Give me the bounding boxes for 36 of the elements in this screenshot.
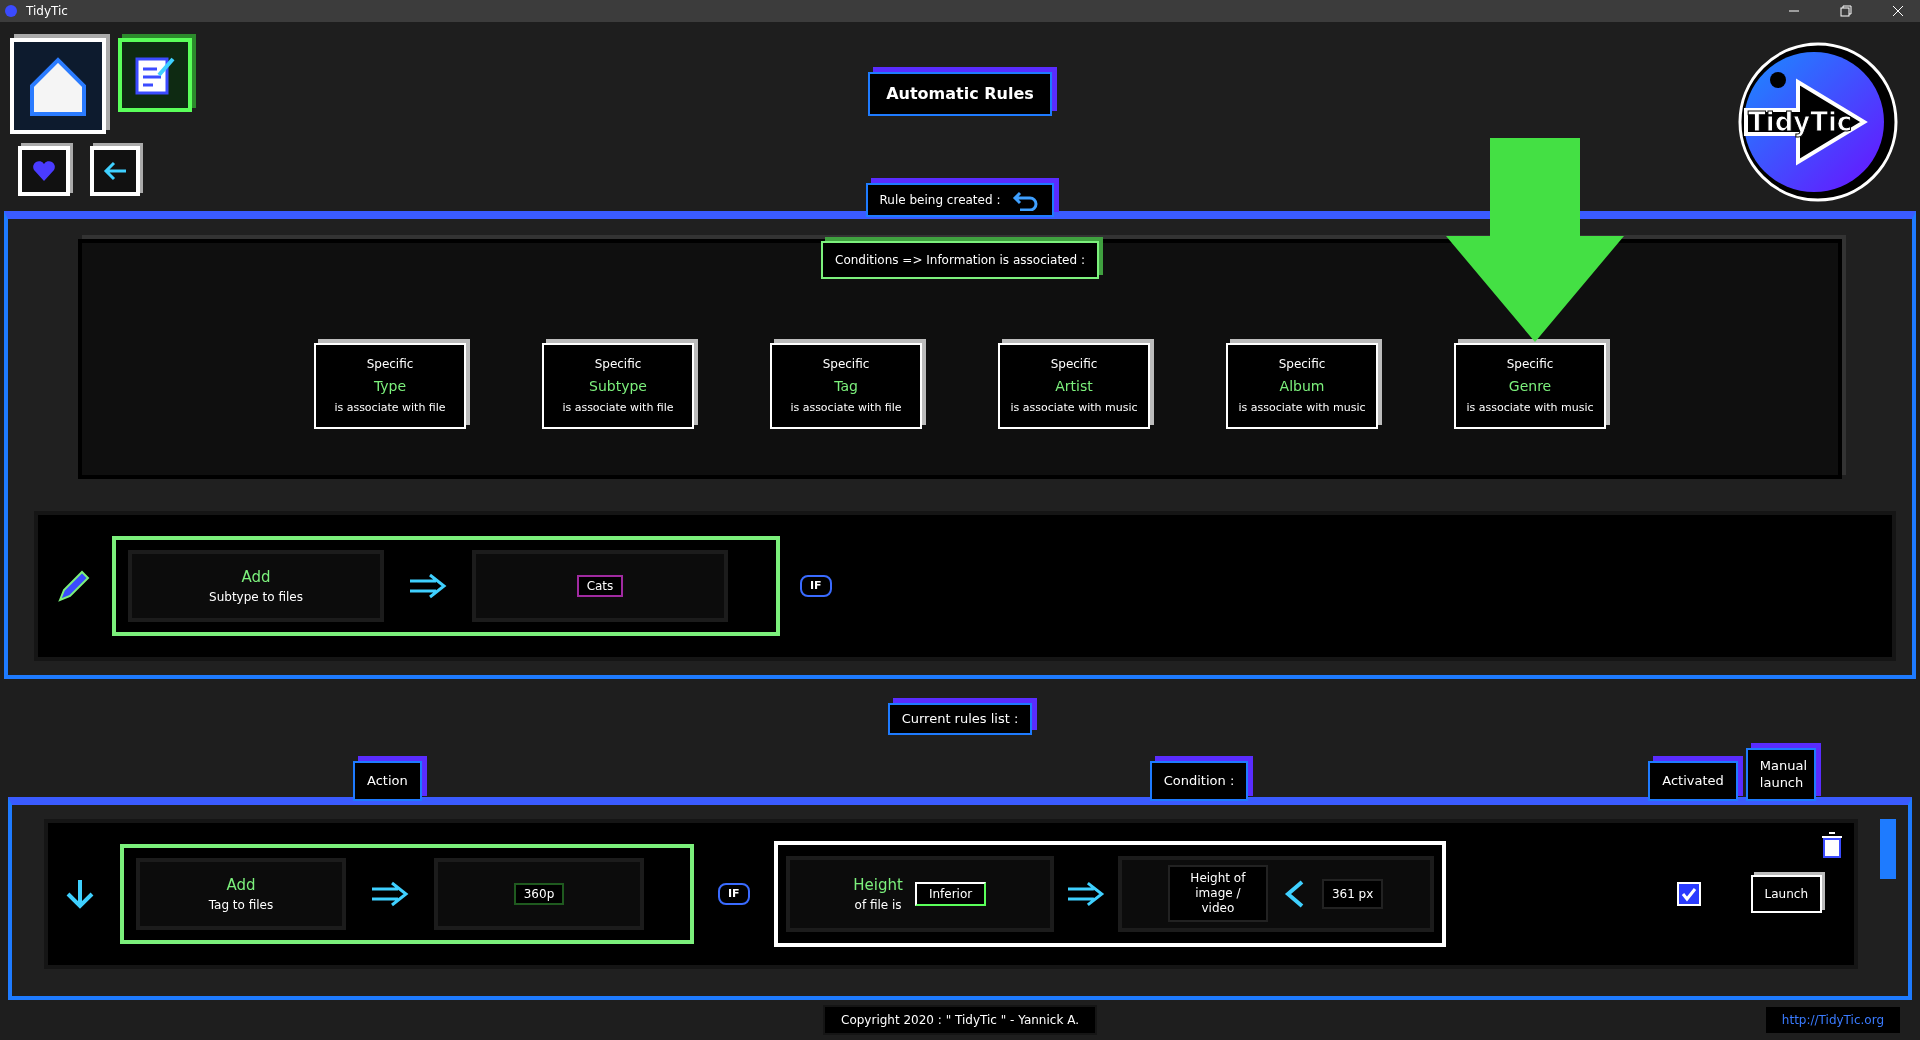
close-icon[interactable] [1892,4,1904,17]
check-icon [1680,885,1697,902]
threshold-tag: 361 px [1321,878,1384,909]
less-than-icon [1283,878,1306,909]
back-button[interactable] [90,145,140,196]
target-tag: Height of image / video [1167,865,1268,923]
down-arrow-icon[interactable] [64,877,96,910]
pencil-icon[interactable] [56,568,92,605]
right-arrow-icon [1065,880,1106,907]
website-link[interactable]: http://TidyTic.org [1765,1007,1900,1034]
condition-field: Height [853,873,903,897]
rule-being-created-label: Rule being created : [879,192,1001,210]
activated-checkbox[interactable] [1676,881,1701,906]
launch-button[interactable]: Launch [1750,874,1822,913]
condition-detail: of file is [854,897,902,915]
value-tag: Cats [576,575,624,598]
action-detail: Subtype to files [209,589,303,607]
action-label: Add [241,566,271,588]
value-tag: 360p [513,882,565,905]
logo-text: TidyTic [1748,106,1853,137]
right-arrow-icon [408,573,448,600]
operator-dropdown[interactable]: Inferior [914,881,987,906]
if-badge: IF [718,882,750,906]
favorites-button[interactable] [18,145,70,196]
scrollbar-thumb[interactable] [1880,818,1896,879]
trash-icon[interactable] [1820,830,1844,859]
window-title: TidyTic [26,2,68,20]
copyright-text: Copyright 2020 : " TidyTic " - Yannick A. [823,1005,1097,1036]
restore-icon[interactable] [1840,4,1852,17]
action-label: Add [226,874,256,896]
left-arrow-icon [102,159,128,182]
heart-icon [32,159,56,182]
action-detail: Tag to files [208,897,274,915]
if-badge: IF [800,574,832,598]
right-arrow-icon [370,880,410,907]
app-icon [4,3,18,18]
